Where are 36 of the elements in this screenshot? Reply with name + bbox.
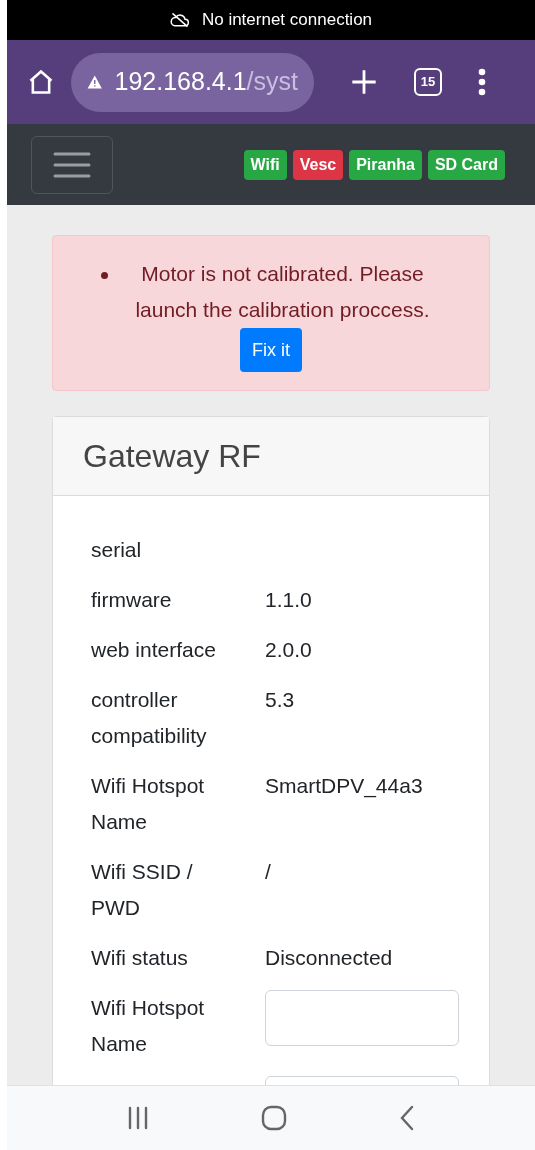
more-icon[interactable] [478, 68, 486, 96]
field-label: web interface [91, 637, 217, 663]
field-value: SmartDPV_44a3 [265, 773, 423, 800]
menu-icon [53, 150, 91, 179]
recent-apps-icon[interactable] [127, 1106, 149, 1130]
menu-button[interactable] [31, 135, 113, 194]
home-icon[interactable] [27, 68, 55, 96]
bullet-icon [101, 272, 108, 279]
field-value: / [265, 859, 271, 885]
field-value: 2.0.0 [265, 637, 312, 663]
fix-it-button[interactable]: Fix it [240, 328, 302, 372]
field-label: serial [91, 537, 143, 563]
field-label: Wifi Hotspot Name [91, 995, 206, 1057]
input-field[interactable] [265, 990, 459, 1046]
field-label: Wifi SSID / PWD [91, 859, 194, 921]
field-value: 1.1.0 [265, 587, 312, 613]
field-value: Disconnected [265, 945, 393, 971]
card-title: Gateway RF [83, 437, 261, 476]
status-badge: SD Card [427, 149, 505, 180]
status-text: No internet connection [201, 9, 373, 32]
field-value: 5.3 [265, 687, 295, 713]
address-bar[interactable]: 192.168.4.1/syst [71, 52, 314, 112]
cloud-off-icon [169, 12, 190, 28]
home-button-icon[interactable] [261, 1105, 287, 1131]
status-badge: Wifi [243, 149, 287, 180]
field-label: Wifi Hotspot Name [91, 773, 206, 835]
field-label: controller compatibility [91, 687, 208, 749]
field-label: Wifi status [91, 945, 189, 971]
tab-count-button[interactable]: 15 [414, 68, 442, 96]
status-badge: Vesc [292, 149, 344, 180]
back-icon[interactable] [399, 1105, 415, 1131]
alert-message: Motor is not calibrated. Please launch the calibration proccess. [134, 261, 431, 323]
plus-icon[interactable] [350, 68, 378, 96]
field-label: firmware [91, 587, 173, 613]
url-text: 192.168.4.1/syst [114, 66, 298, 98]
status-badge: Piranha [349, 149, 422, 180]
